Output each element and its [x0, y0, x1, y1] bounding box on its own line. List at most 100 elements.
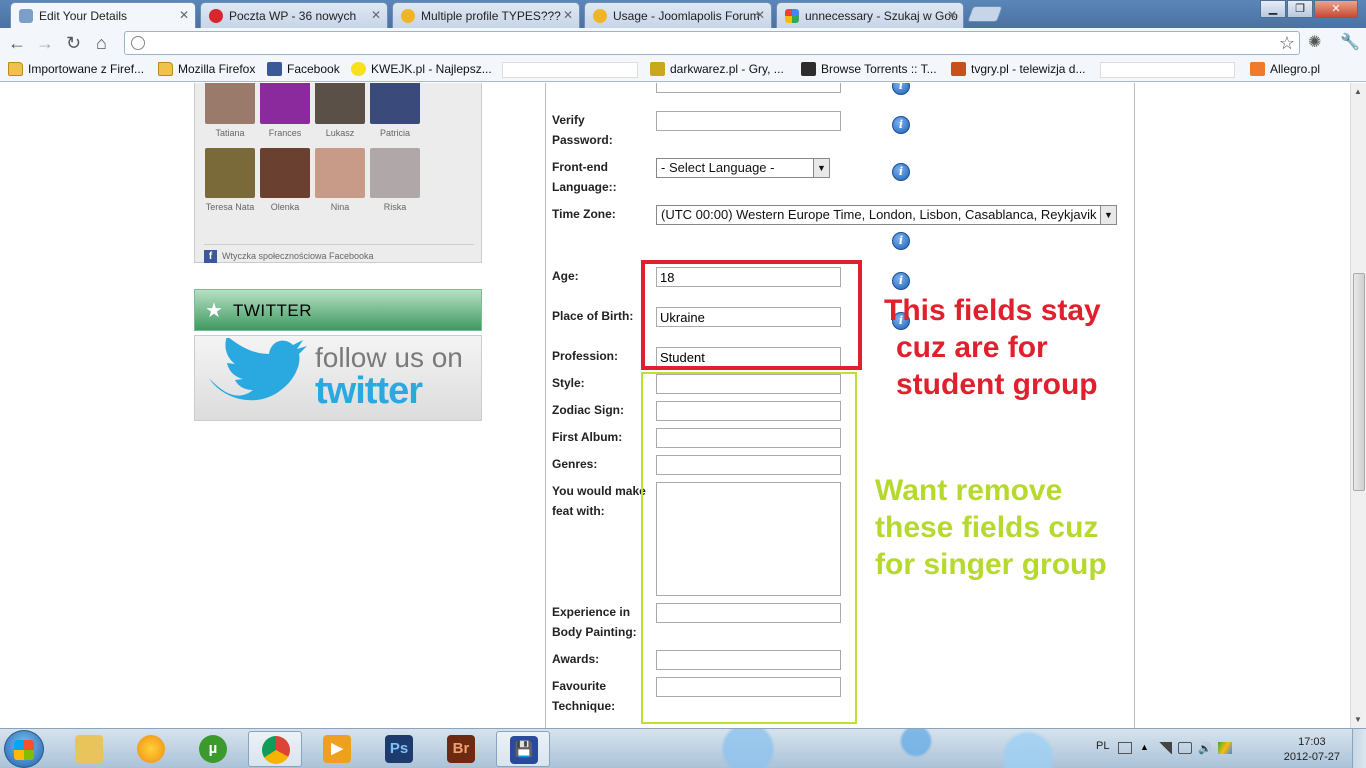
address-input[interactable]	[151, 35, 1271, 51]
page-scrollbar[interactable]: ▲ ▼	[1350, 83, 1366, 728]
play-icon: ▶	[323, 735, 351, 763]
tab-multiple-profile-types[interactable]: Multiple profile TYPES??? ✕	[392, 2, 580, 28]
close-tab-icon[interactable]: ✕	[371, 8, 381, 22]
scrollbar-thumb[interactable]	[1353, 273, 1365, 491]
network-signal-icon[interactable]	[1158, 742, 1172, 754]
facebook-plugin-link[interactable]: f Wtyczka społecznościowa Facebooka	[204, 244, 474, 263]
friend-frances[interactable]: Frances	[259, 83, 311, 138]
home-icon[interactable]: ⌂	[96, 33, 107, 53]
chevron-down-icon: ▼	[813, 159, 829, 177]
friend-nina[interactable]: Nina	[314, 148, 366, 212]
friend-name: Olenka	[270, 202, 300, 212]
taskbar-utorrent[interactable]: µ	[186, 731, 240, 767]
address-bar[interactable]: ☆	[124, 31, 1300, 55]
info-icon[interactable]: i	[892, 163, 910, 181]
floppy-disk-icon: 💾	[510, 736, 538, 764]
folder-icon	[158, 62, 173, 76]
bookmark-redacted[interactable]	[1100, 62, 1235, 78]
show-desktop-button[interactable]	[1352, 729, 1366, 768]
friend-riska[interactable]: Riska	[369, 148, 421, 212]
note-line: cuz are for	[896, 331, 1048, 364]
friend-name: Lukasz	[325, 128, 355, 138]
friend-photo	[205, 83, 255, 124]
bookmark-label: Facebook	[287, 62, 340, 76]
taskbar-photoshop[interactable]: Ps	[372, 731, 426, 767]
drive-icon[interactable]	[1218, 742, 1232, 754]
close-tab-icon[interactable]: ✕	[563, 8, 573, 22]
bookmark-tvgry[interactable]: tvgry.pl - telewizja d...	[951, 62, 1085, 76]
tab-title: Edit Your Details	[39, 9, 128, 23]
keyboard-icon[interactable]	[1118, 742, 1132, 754]
follow-us-on-twitter-banner[interactable]: follow us on twitter	[194, 335, 482, 421]
tab-poczta-wp[interactable]: Poczta WP - 36 nowych ✕	[200, 2, 388, 28]
volume-icon[interactable]: 🔊	[1198, 742, 1212, 755]
torrent-icon	[801, 62, 816, 76]
page-info-icon[interactable]	[131, 36, 145, 50]
maximize-button[interactable]: ❐	[1287, 0, 1313, 18]
info-icon[interactable]: i	[892, 232, 910, 250]
timezone-select[interactable]: (UTC 00:00) Western Europe Time, London,…	[656, 205, 1117, 225]
taskbar-chrome[interactable]	[248, 731, 302, 767]
friend-photo	[315, 83, 365, 124]
favourite-technique-label: Favourite Technique:	[552, 679, 616, 713]
verify-password-field[interactable]	[656, 111, 841, 131]
friend-teresa-nata[interactable]: Teresa Nata	[204, 148, 256, 212]
bookmark-darkwarez[interactable]: darkwarez.pl - Gry, ...	[650, 62, 784, 76]
taskbar-explorer[interactable]	[62, 731, 116, 767]
joomlapolis-favicon-icon	[593, 9, 607, 23]
friend-lukasz[interactable]: Lukasz	[314, 83, 366, 138]
bookmark-allegro[interactable]: Allegro.pl	[1250, 62, 1320, 76]
password-field[interactable]	[656, 83, 841, 93]
friend-name: Riska	[383, 202, 407, 212]
minimize-button[interactable]: ▁	[1260, 0, 1286, 18]
close-tab-icon[interactable]: ✕	[179, 8, 189, 22]
tab-edit-your-details[interactable]: Edit Your Details ✕	[10, 2, 196, 29]
note-line: Want remove	[875, 474, 1063, 507]
input-language-indicator[interactable]: PL	[1096, 740, 1109, 752]
bookmark-star-icon[interactable]: ☆	[1279, 33, 1295, 54]
system-tray: PL ▲ 🔊 17:03 2012-07-27	[1096, 729, 1366, 768]
taskbar-media-player[interactable]: ▶	[310, 731, 364, 767]
student-fields-highlight	[641, 260, 862, 370]
forward-arrow-icon[interactable]: →	[36, 33, 54, 53]
close-tab-icon[interactable]: ✕	[755, 8, 765, 22]
scroll-up-icon[interactable]: ▲	[1354, 87, 1362, 96]
taskbar-save-app[interactable]: 💾	[496, 731, 550, 767]
start-button[interactable]	[4, 730, 44, 768]
window-close-button[interactable]: ✕	[1314, 0, 1358, 18]
taskbar-weather[interactable]	[124, 731, 178, 767]
frontend-language-select[interactable]: - Select Language - ▼	[656, 158, 830, 178]
device-icon[interactable]	[1178, 742, 1192, 754]
friend-patricia[interactable]: Patricia	[369, 83, 421, 138]
friend-name: Teresa Nata	[205, 202, 255, 212]
bookmark-facebook[interactable]: Facebook	[267, 62, 340, 76]
info-icon[interactable]: i	[892, 272, 910, 290]
reload-icon[interactable]: ↻	[66, 33, 81, 53]
tray-expand-icon[interactable]: ▲	[1140, 742, 1154, 754]
tab-usage-joomlapolis[interactable]: Usage - Joomlapolis Forum ✕	[584, 2, 772, 28]
bookmark-browse-torrents[interactable]: Browse Torrents :: T...	[801, 62, 937, 76]
singer-fields-highlight	[641, 372, 857, 724]
new-tab-button[interactable]	[967, 6, 1003, 22]
style-label: Style:	[552, 376, 585, 390]
extension-icon[interactable]: ✺	[1308, 33, 1321, 53]
friend-olenka[interactable]: Olenka	[259, 148, 311, 212]
scroll-down-icon[interactable]: ▼	[1354, 715, 1362, 724]
bookmark-kwejk[interactable]: KWEJK.pl - Najlepsz...	[351, 62, 492, 76]
bookmark-imported-folder[interactable]: Importowane z Firef...	[8, 62, 144, 76]
taskbar-bridge[interactable]: Br	[434, 731, 488, 767]
back-arrow-icon[interactable]: ←	[8, 33, 26, 53]
info-icon[interactable]: i	[892, 83, 910, 95]
note-line: This fields stay	[884, 294, 1101, 327]
bookmark-mozilla-folder[interactable]: Mozilla Firefox	[158, 62, 255, 76]
info-icon[interactable]: i	[892, 116, 910, 134]
tab-google-search[interactable]: unnecessary - Szukaj w Goo ✕	[776, 2, 964, 28]
allegro-icon	[1250, 62, 1265, 76]
friend-tatiana[interactable]: Tatiana	[204, 83, 256, 138]
photoshop-icon: Ps	[385, 735, 413, 763]
system-clock[interactable]: 17:03 2012-07-27	[1284, 735, 1340, 765]
facebook-icon: f	[204, 250, 217, 263]
bookmark-redacted[interactable]	[502, 62, 638, 78]
wrench-menu-icon[interactable]: 🔧	[1340, 33, 1360, 53]
close-tab-icon[interactable]: ✕	[947, 8, 957, 22]
